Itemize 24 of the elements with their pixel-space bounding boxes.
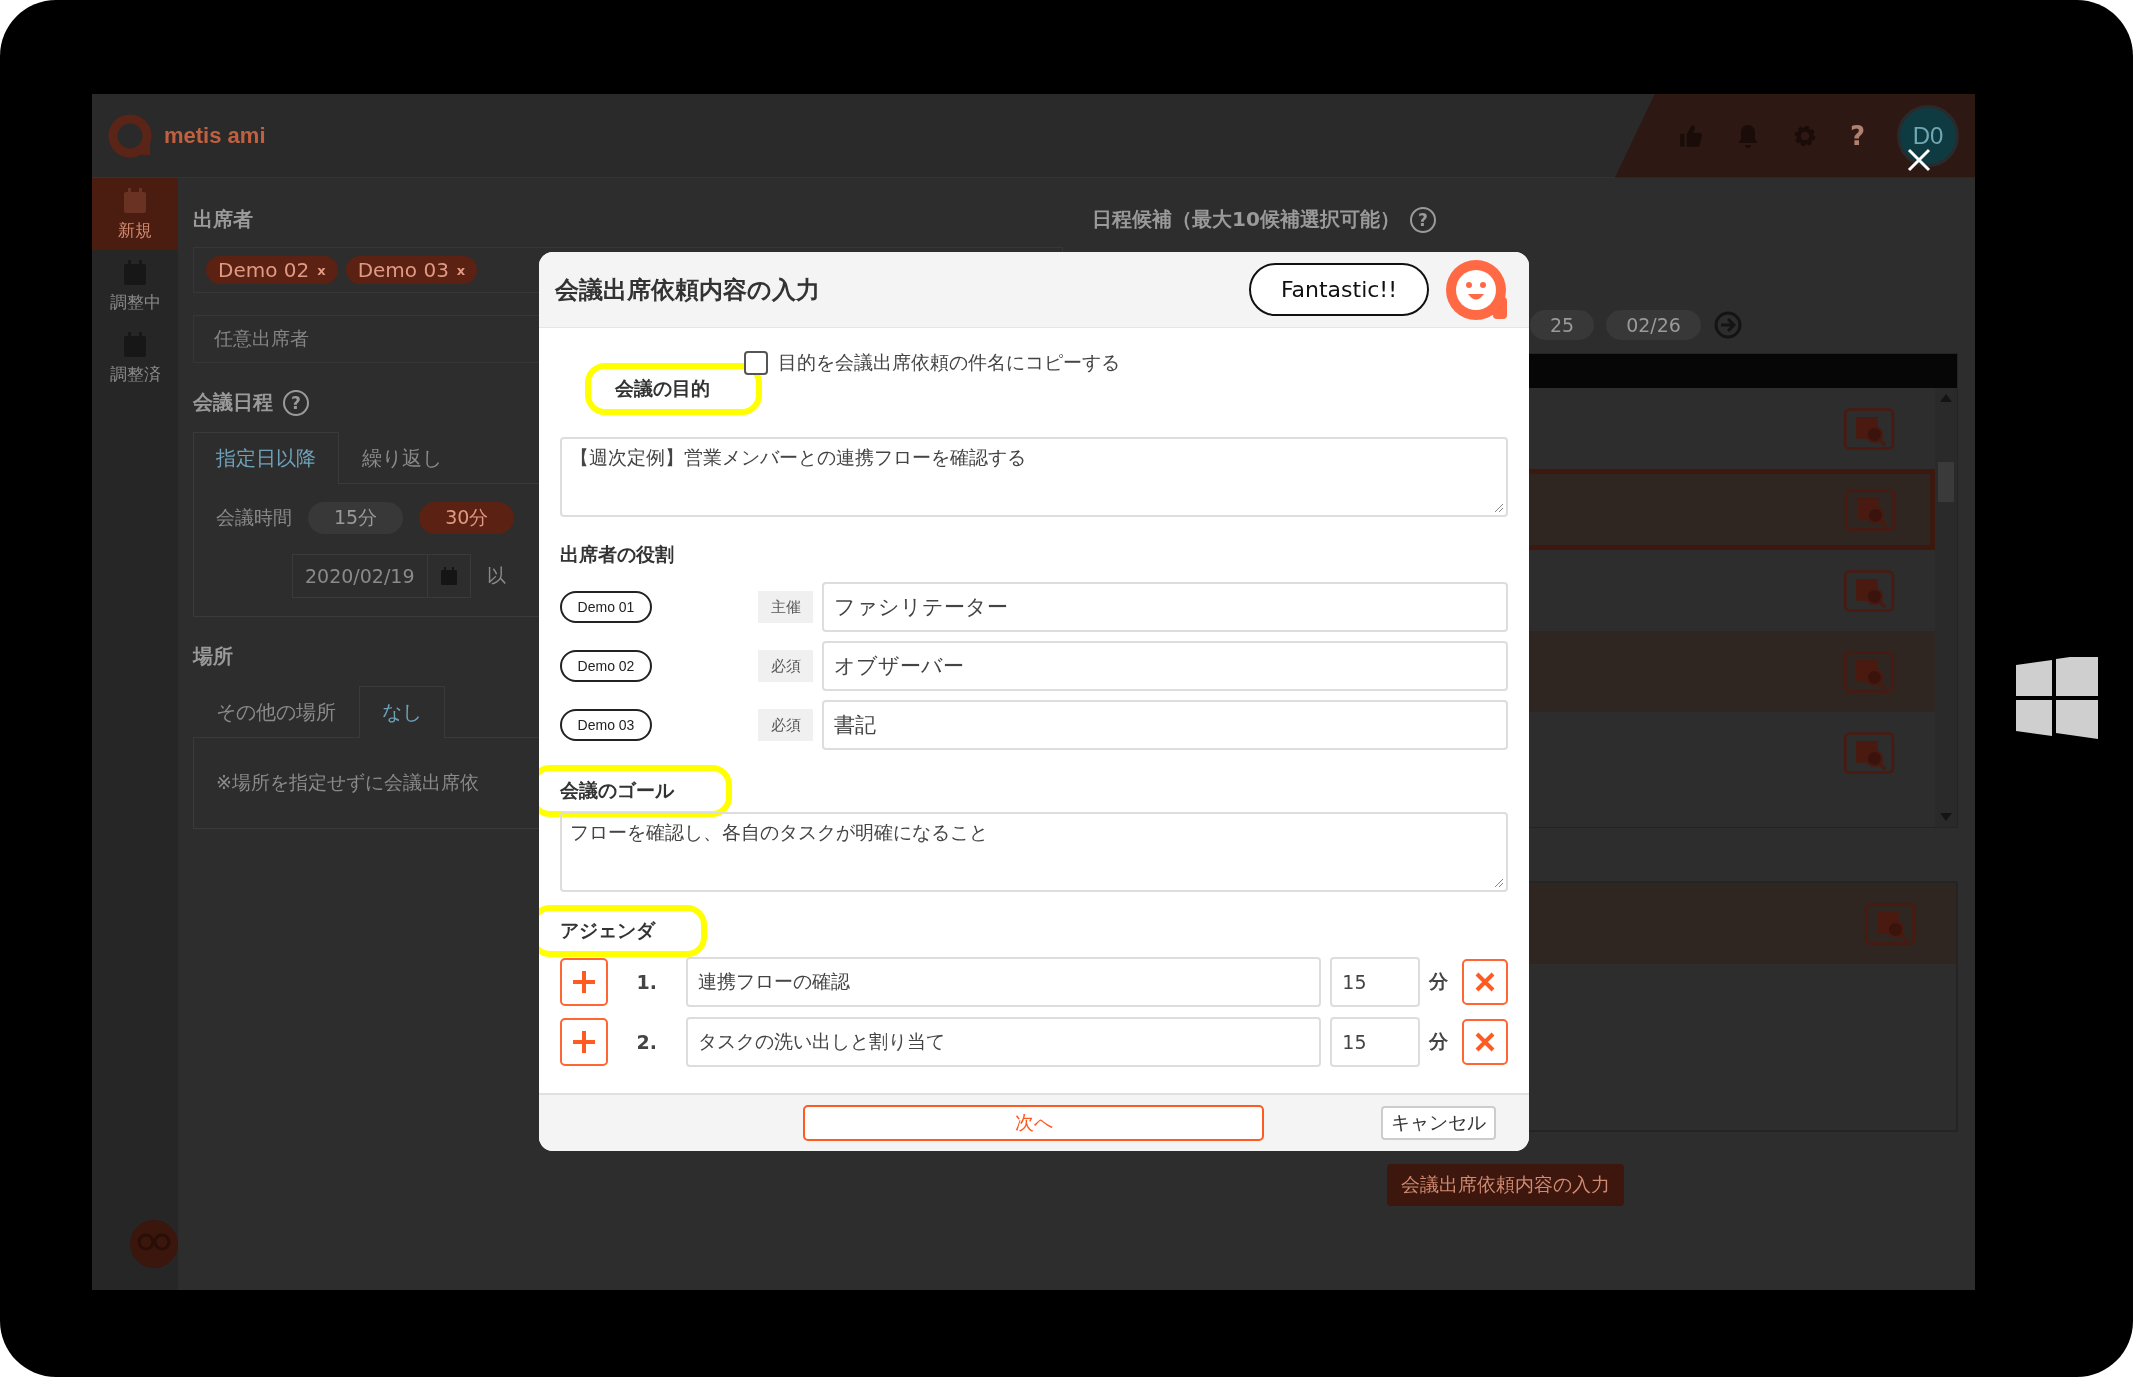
attendee-chip: Demo 01 bbox=[560, 591, 652, 623]
role-badge: 必須 bbox=[758, 709, 813, 741]
attendee-chip: Demo 02 bbox=[560, 650, 652, 682]
field-label: 会議時間 bbox=[216, 505, 292, 530]
agenda-number: 2. bbox=[635, 1031, 659, 1053]
section-label: 会議の目的 bbox=[615, 376, 710, 401]
logo-text: metis ami bbox=[164, 122, 266, 149]
section-label: アジェンダ bbox=[560, 918, 655, 943]
section-title: 会議日程 bbox=[193, 389, 273, 416]
role-badge: 必須 bbox=[758, 650, 813, 682]
attendee-chip: Demo 03 bbox=[560, 709, 652, 741]
agenda-number: 1. bbox=[635, 971, 659, 993]
speech-bubble: Fantastic!! bbox=[1248, 263, 1429, 316]
date-suffix: 以 bbox=[486, 563, 506, 588]
section-title: 日程候補（最大10候補選択可能） bbox=[1092, 206, 1400, 233]
section-label: 会議のゴール bbox=[560, 778, 674, 803]
role-badge: 主催 bbox=[758, 591, 813, 623]
dialog-title: 会議出席依頼内容の入力 bbox=[555, 274, 820, 306]
section-label: 出席者の役割 bbox=[560, 543, 674, 565]
section-title: 場所 bbox=[193, 643, 233, 670]
section-title: 出席者 bbox=[193, 206, 254, 233]
unit-label: 分 bbox=[1429, 969, 1450, 994]
unit-label: 分 bbox=[1429, 1029, 1450, 1054]
place-note: ※場所を指定せずに会議出席依 bbox=[216, 770, 479, 795]
